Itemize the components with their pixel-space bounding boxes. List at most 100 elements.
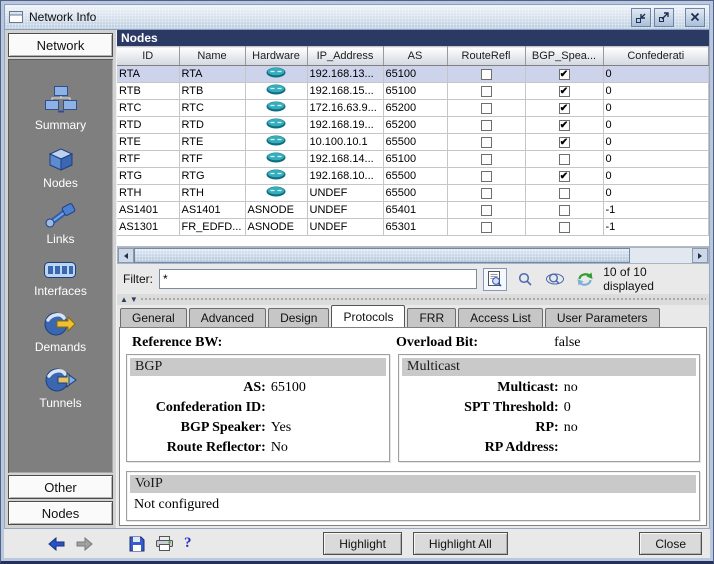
tab-general[interactable]: General xyxy=(120,308,187,327)
splitter-collapse-up-icon[interactable]: ▲ xyxy=(120,296,128,304)
scrollbar-thumb[interactable] xyxy=(134,248,630,263)
table-row[interactable]: RTARTA192.168.13...65100✔0 xyxy=(117,66,709,83)
router-icon xyxy=(266,101,286,112)
unchecked-checkbox[interactable] xyxy=(481,69,492,80)
back-button[interactable] xyxy=(48,537,65,551)
checked-checkbox[interactable]: ✔ xyxy=(559,137,570,148)
sidebar-other-button[interactable]: Other xyxy=(8,475,113,499)
column-header[interactable]: ID xyxy=(117,47,179,66)
checked-checkbox[interactable]: ✔ xyxy=(559,171,570,182)
sidebar-nodes-button[interactable]: Nodes xyxy=(8,501,113,525)
scroll-right-button[interactable] xyxy=(692,248,708,263)
unchecked-checkbox[interactable] xyxy=(559,154,570,165)
splitter-collapse-down-icon[interactable]: ▼ xyxy=(130,296,138,304)
route-refl-cell xyxy=(447,202,525,219)
sidebar-item-links[interactable]: Links xyxy=(44,203,78,246)
as-cell: 65500 xyxy=(383,168,447,185)
tab-design[interactable]: Design xyxy=(268,308,329,327)
overload-bit-label: Overload Bit: xyxy=(396,335,478,351)
multicast-field-value: no xyxy=(564,418,696,438)
horizontal-scrollbar[interactable] xyxy=(117,247,709,264)
column-header[interactable]: BGP_Spea... xyxy=(525,47,603,66)
table-row[interactable]: RTBRTB192.168.15...65100✔0 xyxy=(117,83,709,100)
unchecked-checkbox[interactable] xyxy=(481,137,492,148)
unchecked-checkbox[interactable] xyxy=(481,205,492,216)
unchecked-checkbox[interactable] xyxy=(481,188,492,199)
checked-checkbox[interactable]: ✔ xyxy=(559,86,570,97)
router-icon xyxy=(266,186,286,197)
confederation-cell: -1 xyxy=(603,219,709,236)
hardware-cell: ASNODE xyxy=(245,202,307,219)
forward-button[interactable] xyxy=(76,537,93,551)
hardware-cell: ASNODE xyxy=(245,219,307,236)
router-icon xyxy=(266,84,286,95)
split-pane-divider[interactable]: ▲ ▼ xyxy=(117,294,709,305)
unchecked-checkbox[interactable] xyxy=(481,86,492,97)
unchecked-checkbox[interactable] xyxy=(481,171,492,182)
tab-advanced[interactable]: Advanced xyxy=(189,308,266,327)
table-row[interactable]: RTHRTHUNDEF655000 xyxy=(117,185,709,202)
filter-input[interactable] xyxy=(159,269,477,289)
column-header[interactable]: AS xyxy=(383,47,447,66)
table-row[interactable]: AS1301FR_EDFD...ASNODEUNDEF65301-1 xyxy=(117,219,709,236)
column-header[interactable]: Hardware xyxy=(245,47,307,66)
sidebar-item-interfaces[interactable]: Interfaces xyxy=(34,259,87,298)
sidebar-item-nodes[interactable]: Nodes xyxy=(43,145,78,190)
print-button[interactable] xyxy=(156,536,173,551)
interfaces-icon xyxy=(43,259,77,281)
tab-user-parameters[interactable]: User Parameters xyxy=(545,308,660,327)
sidebar-network-button[interactable]: Network xyxy=(8,33,113,57)
checked-checkbox[interactable]: ✔ xyxy=(559,120,570,131)
restore-button[interactable] xyxy=(631,8,651,27)
save-button[interactable] xyxy=(129,536,145,552)
table-row[interactable]: RTGRTG192.168.10...65500✔0 xyxy=(117,168,709,185)
sidebar-item-demands[interactable]: Demands xyxy=(35,311,86,354)
as-cell: 65100 xyxy=(383,151,447,168)
window-title: Network Info xyxy=(29,10,96,24)
router-icon xyxy=(266,118,286,129)
voip-group-box: VoIP Not configured xyxy=(126,471,700,521)
table-row[interactable]: RTERTE10.100.10.165500✔0 xyxy=(117,134,709,151)
unchecked-checkbox[interactable] xyxy=(481,154,492,165)
highlight-button[interactable]: Highlight xyxy=(323,532,402,555)
tab-frr[interactable]: FRR xyxy=(407,308,456,327)
zoom-button[interactable] xyxy=(513,268,537,291)
column-header[interactable]: Confederati xyxy=(603,47,709,66)
unchecked-checkbox[interactable] xyxy=(481,103,492,114)
bgp-speaker-cell xyxy=(525,202,603,219)
unchecked-checkbox[interactable] xyxy=(481,120,492,131)
name-cell: RTD xyxy=(179,117,245,134)
checked-checkbox[interactable]: ✔ xyxy=(559,69,570,80)
scrollbar-track[interactable] xyxy=(630,248,692,263)
zoom-selection-button[interactable] xyxy=(543,268,567,291)
route-refl-cell xyxy=(447,117,525,134)
close-window-button[interactable] xyxy=(685,8,705,27)
title-bar[interactable]: Network Info xyxy=(4,4,710,30)
refresh-button[interactable] xyxy=(573,268,597,291)
checked-checkbox[interactable]: ✔ xyxy=(559,103,570,114)
table-row[interactable]: AS1401AS1401ASNODEUNDEF65401-1 xyxy=(117,202,709,219)
column-header[interactable]: RouteRefl xyxy=(447,47,525,66)
tab-protocols[interactable]: Protocols xyxy=(331,305,405,327)
highlight-all-button[interactable]: Highlight All xyxy=(413,532,508,555)
unchecked-checkbox[interactable] xyxy=(559,205,570,216)
ip-address-cell: 192.168.13... xyxy=(307,66,383,83)
maximize-button[interactable] xyxy=(654,8,674,27)
column-header[interactable]: IP_Address xyxy=(307,47,383,66)
help-button[interactable]: ? xyxy=(184,536,192,551)
table-row[interactable]: RTFRTF192.168.14...651000 xyxy=(117,151,709,168)
multicast-field: RP:no xyxy=(402,418,696,438)
column-header[interactable]: Name xyxy=(179,47,245,66)
preview-report-button[interactable] xyxy=(483,268,507,291)
scroll-left-button[interactable] xyxy=(118,248,134,263)
name-cell: RTH xyxy=(179,185,245,202)
close-button[interactable]: Close xyxy=(639,532,702,555)
sidebar-item-tunnels[interactable]: Tunnels xyxy=(39,367,81,410)
sidebar-item-summary[interactable]: Summary xyxy=(35,85,86,132)
unchecked-checkbox[interactable] xyxy=(559,188,570,199)
unchecked-checkbox[interactable] xyxy=(481,222,492,233)
table-row[interactable]: RTCRTC172.16.63.9...65200✔0 xyxy=(117,100,709,117)
unchecked-checkbox[interactable] xyxy=(559,222,570,233)
tab-access-list[interactable]: Access List xyxy=(458,308,543,327)
table-row[interactable]: RTDRTD192.168.19...65200✔0 xyxy=(117,117,709,134)
